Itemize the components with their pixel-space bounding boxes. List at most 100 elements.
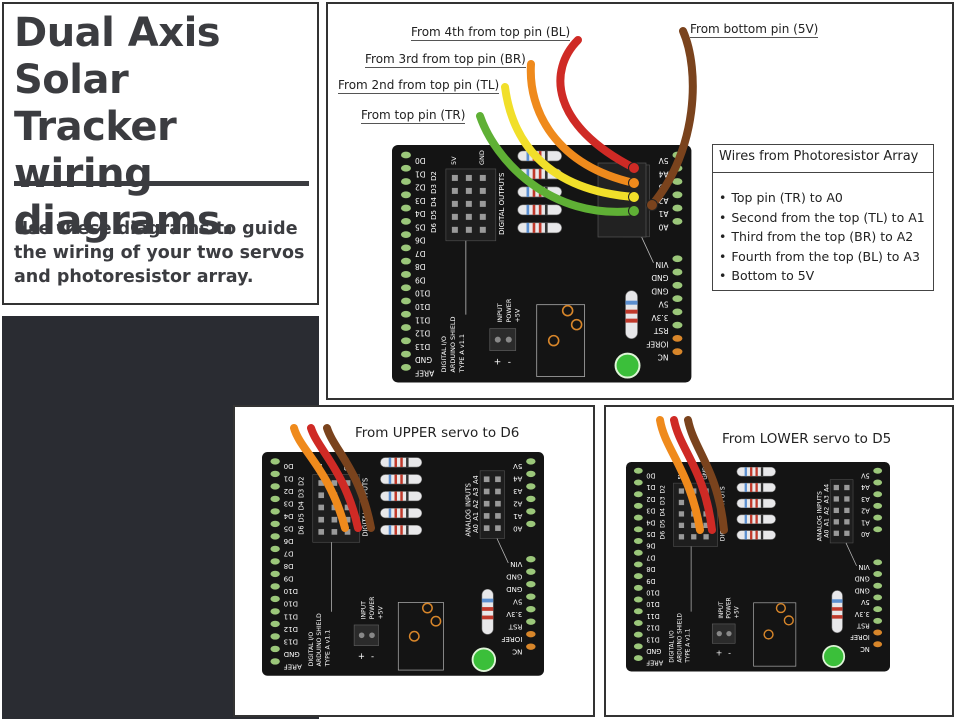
wire-label-bl: From 4th from top pin (BL) xyxy=(411,25,571,41)
header-pin xyxy=(833,507,839,514)
resistor-band xyxy=(755,514,758,524)
right-pin-label: IOREF xyxy=(850,633,870,641)
left-pin-pad xyxy=(633,608,643,615)
right-pin-label: GND xyxy=(506,585,523,594)
left-pin-pad xyxy=(270,533,280,540)
info-item: Bottom to 5V xyxy=(719,266,925,286)
right-pin-pad xyxy=(873,514,883,521)
right-pin-pad xyxy=(672,335,683,342)
analog-inputs-label: ANALOG INPUTS xyxy=(465,483,473,537)
digital-group-label: D6 xyxy=(430,223,438,233)
vertical-resistor xyxy=(625,290,638,339)
left-pin-label: D4 xyxy=(646,518,655,526)
right-pin-label: VIN xyxy=(858,563,869,571)
left-pin-label: D0 xyxy=(415,156,426,165)
left-pin-pad xyxy=(400,271,411,278)
right-pin-pad xyxy=(672,321,683,329)
right-pin-label: A1 xyxy=(513,512,522,521)
header-pin xyxy=(833,484,839,491)
left-pin-label: D6 xyxy=(646,542,655,550)
resistor-band xyxy=(481,607,494,611)
header-pin xyxy=(479,200,486,207)
right-pin-pad xyxy=(873,571,883,578)
input-power-label: POWER xyxy=(369,596,376,619)
right-pin-pad xyxy=(672,308,683,316)
right-pin-pad xyxy=(873,629,883,636)
resistor-band xyxy=(481,615,494,620)
resistor-band xyxy=(755,467,758,477)
wire-end xyxy=(646,199,658,211)
left-pin-pad xyxy=(400,324,411,331)
resistor-band xyxy=(388,474,392,484)
left-pin-label: D1 xyxy=(415,169,426,178)
terminal-screw xyxy=(726,630,732,637)
left-pin-label: D11 xyxy=(284,612,298,621)
left-pin-pad xyxy=(270,645,280,653)
left-pin-label: D12 xyxy=(415,329,430,338)
header-pin xyxy=(451,213,458,220)
header-pin xyxy=(465,213,472,220)
digital-outputs-label: DIGITAL OUTPUTS xyxy=(498,172,506,235)
left-pin-pad xyxy=(270,620,280,628)
right-pin-pad xyxy=(873,641,883,648)
resistor-band xyxy=(544,222,548,233)
right-pin-label: NC xyxy=(860,645,870,653)
left-pin-label: D13 xyxy=(646,635,659,643)
header-pin xyxy=(844,519,850,525)
left-pin-pad xyxy=(400,151,411,159)
right-pin-pad xyxy=(873,559,883,566)
resistor-band xyxy=(750,483,753,492)
resistor-band xyxy=(760,514,764,524)
left-pin-label: D8 xyxy=(646,565,655,573)
minus-sign: - xyxy=(371,651,374,661)
resistor-band xyxy=(744,498,747,508)
vertical-resistor xyxy=(831,590,843,633)
header-pin xyxy=(479,174,486,181)
analog-group-label: A4 xyxy=(472,475,480,484)
right-pin-pad xyxy=(672,191,683,199)
left-pin-pad xyxy=(400,217,411,225)
header-pin xyxy=(465,226,472,233)
left-pin-label: D10 xyxy=(283,600,298,609)
left-pin-label: GND xyxy=(283,650,300,659)
right-pin-pad xyxy=(526,605,536,613)
resistor-band xyxy=(755,483,758,492)
right-pin-label: RST xyxy=(654,326,669,335)
right-pin-pad xyxy=(526,593,536,600)
left-pin-label: AREF xyxy=(284,662,302,671)
wire-end xyxy=(628,205,640,217)
left-pin-label: D6 xyxy=(415,236,426,245)
left-pin-label: GND xyxy=(415,355,432,364)
input-power-label: INPUT xyxy=(496,303,504,322)
left-pin-label: D3 xyxy=(415,196,426,205)
header-pin xyxy=(495,476,501,483)
left-pin-pad xyxy=(633,491,643,498)
info-item: Top pin (TR) to A0 xyxy=(719,188,925,208)
right-pin-label: A3 xyxy=(513,487,522,496)
header-pin xyxy=(495,488,501,495)
left-pin-pad xyxy=(400,310,411,318)
left-pin-label: D10 xyxy=(415,302,431,311)
minus-sign: - xyxy=(728,649,731,658)
left-pin-pad xyxy=(633,514,643,521)
resistor-band xyxy=(538,222,542,233)
header-pin xyxy=(678,488,685,494)
resistor-band xyxy=(760,498,764,508)
info-box-divider xyxy=(713,172,933,173)
plus-sign: + xyxy=(716,649,723,658)
right-pin-label: GND xyxy=(651,286,668,295)
right-pin-pad xyxy=(873,582,883,589)
left-pin-label: D12 xyxy=(284,625,298,634)
resistor-band xyxy=(831,599,843,603)
header-pin xyxy=(678,511,685,517)
resistor-band xyxy=(526,204,530,215)
header-pin xyxy=(318,504,325,511)
left-pin-pad xyxy=(270,458,280,465)
right-pin-pad xyxy=(672,295,683,302)
resistor-band xyxy=(744,514,747,524)
analog-header xyxy=(829,479,854,544)
left-pin-pad xyxy=(633,549,643,556)
digital-group-label: D3 xyxy=(660,496,667,505)
left-pin-label: D3 xyxy=(646,507,655,515)
wire-label-tl: From 2nd from top pin (TL) xyxy=(338,78,500,94)
